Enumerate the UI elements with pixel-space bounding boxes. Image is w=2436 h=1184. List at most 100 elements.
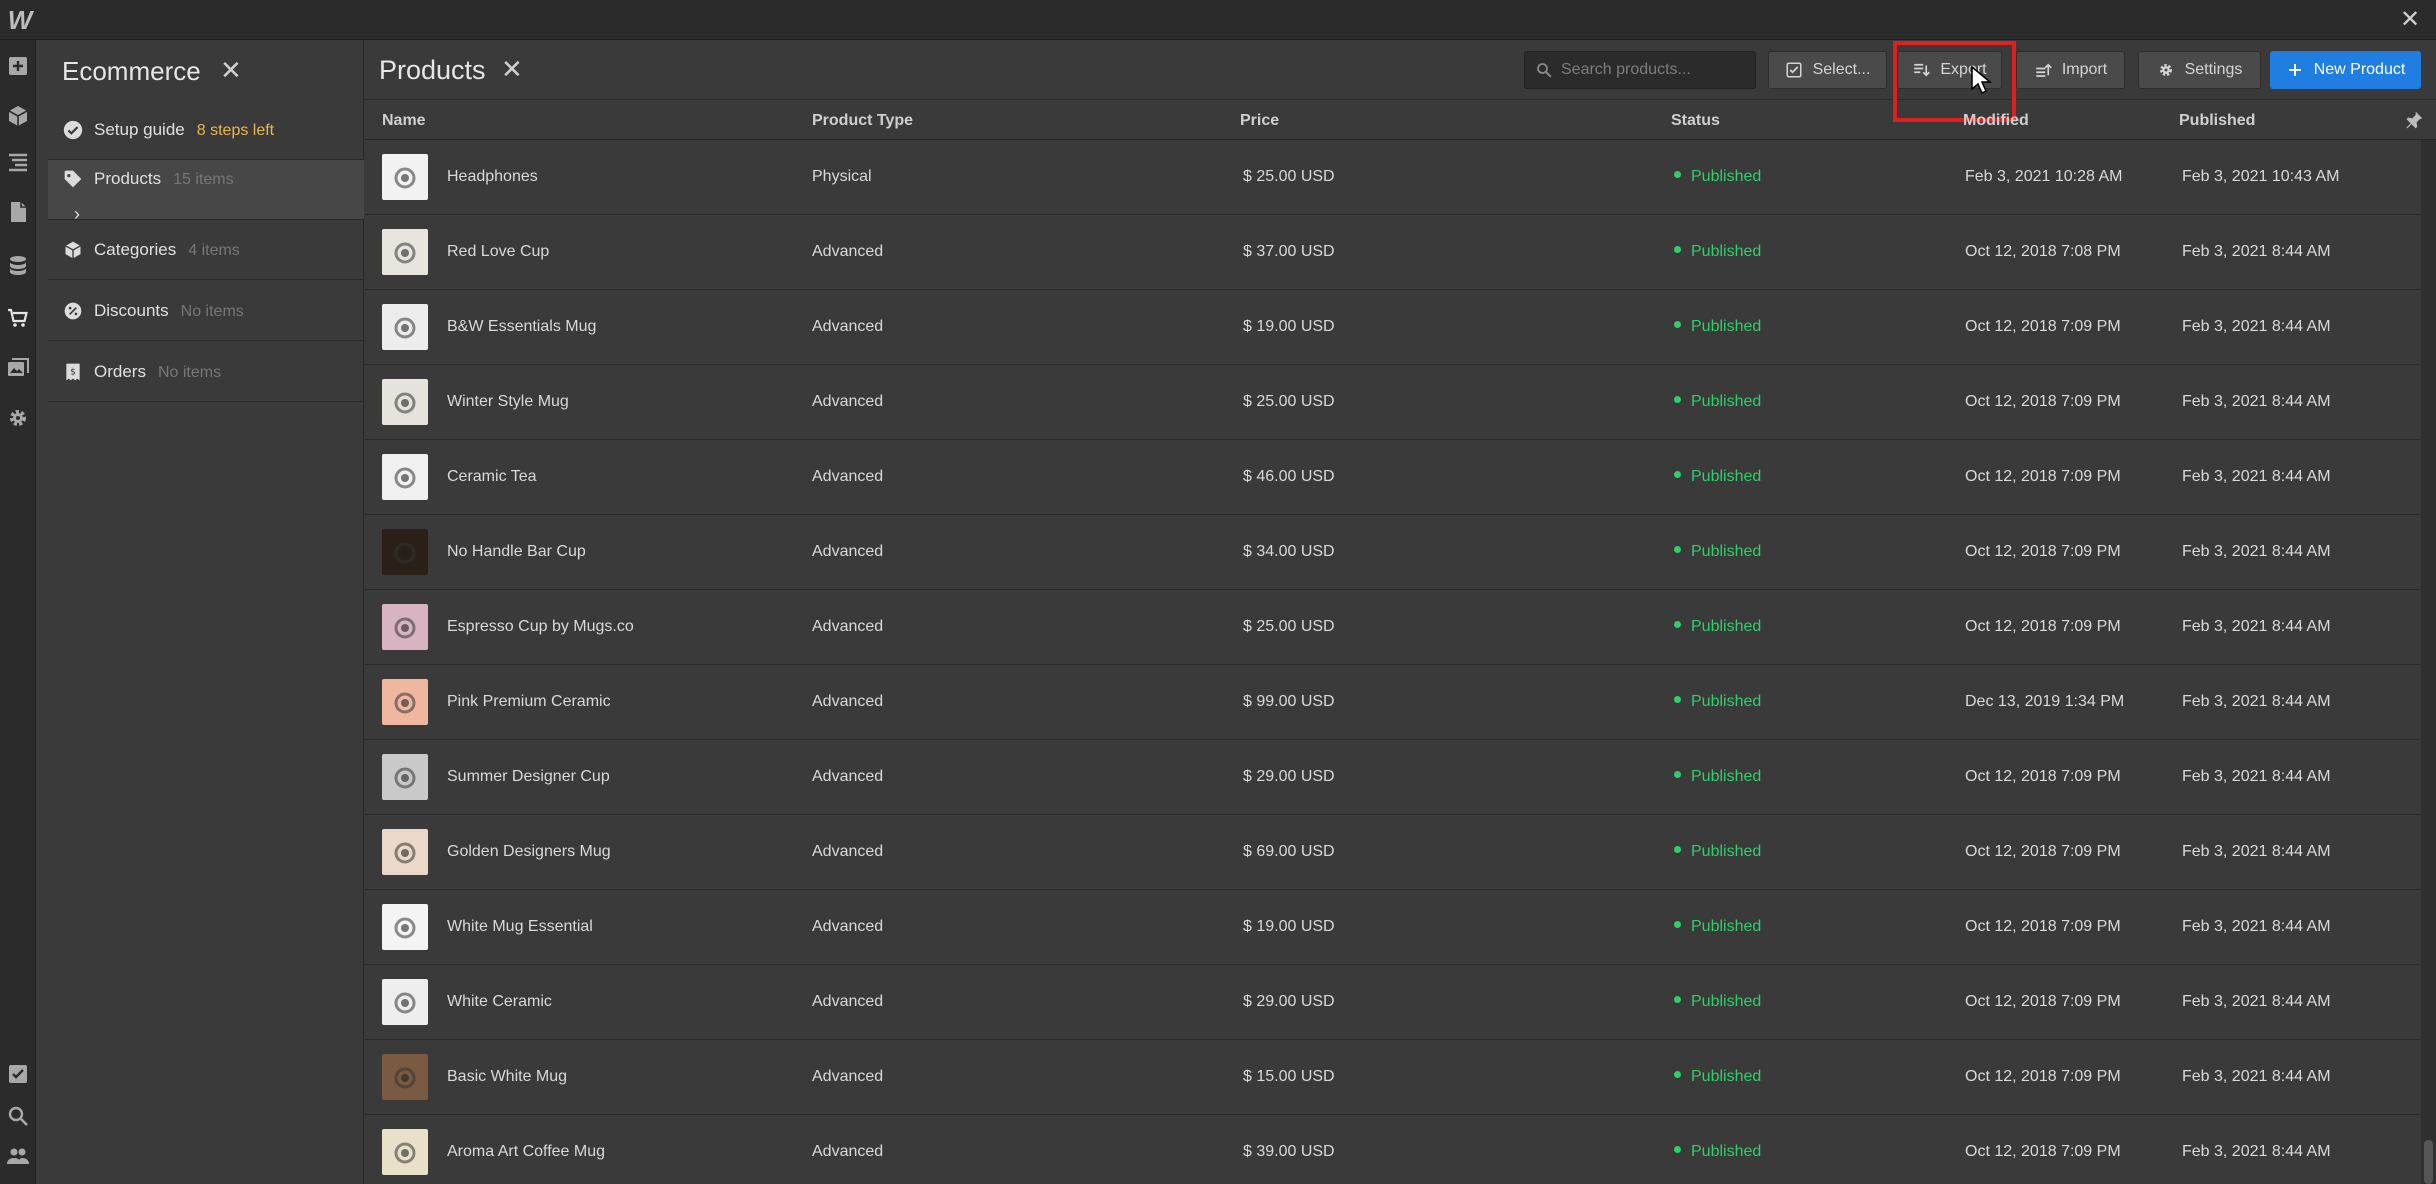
pages-icon[interactable] xyxy=(4,198,32,226)
modified-date: Oct 12, 2018 7:09 PM xyxy=(1965,1068,2121,1085)
modified-date: Oct 12, 2018 7:09 PM xyxy=(1965,393,2121,410)
settings-button[interactable]: Settings xyxy=(2138,51,2261,89)
sidebar-item-orders[interactable]: $ Orders No items xyxy=(48,341,364,402)
published-date: Feb 3, 2021 8:44 AM xyxy=(2182,768,2331,785)
sidebar-item-categories[interactable]: Categories 4 items xyxy=(48,220,364,280)
status-dot-icon xyxy=(1674,396,1681,404)
new-product-button[interactable]: New Product xyxy=(2270,51,2421,89)
product-thumbnail xyxy=(382,979,428,1025)
table-row[interactable]: Aroma Art Coffee Mug Advanced $ 39.00 USD P… xyxy=(365,1115,2421,1184)
product-name: Basic White Mug xyxy=(447,1068,568,1085)
product-type: Advanced xyxy=(812,843,884,860)
status-label: Published xyxy=(1691,993,1762,1010)
table-row[interactable]: No Handle Bar Cup Advanced $ 34.00 USD Publ… xyxy=(365,515,2421,590)
ecommerce-panel: Ecommerce ✕ Setup guide 8 steps left Prod… xyxy=(48,40,364,1184)
status-badge: Published xyxy=(1674,318,1761,336)
cms-icon[interactable] xyxy=(4,252,32,280)
sidebar-item-setup-guide[interactable]: Setup guide 8 steps left xyxy=(48,100,364,160)
status-badge: Published xyxy=(1674,768,1761,786)
product-price: $ 25.00 USD xyxy=(1243,393,1335,410)
scrollbar[interactable] xyxy=(2421,140,2436,1184)
modified-date: Oct 12, 2018 7:08 PM xyxy=(1965,243,2121,260)
top-bar: W ✕ xyxy=(0,0,2436,40)
settings-icon[interactable] xyxy=(4,404,32,432)
search-input[interactable] xyxy=(1561,61,1751,79)
search-icon[interactable] xyxy=(4,1102,32,1130)
modified-date: Oct 12, 2018 7:09 PM xyxy=(1965,993,2121,1010)
sidebar-item-discounts[interactable]: Discounts No items xyxy=(48,280,364,341)
column-header-product-type[interactable]: Product Type xyxy=(812,112,913,130)
published-date: Feb 3, 2021 8:44 AM xyxy=(2182,243,2331,260)
sidebar-item-label: Categories xyxy=(94,240,177,259)
status-dot-icon xyxy=(1674,621,1681,629)
tasks-icon[interactable] xyxy=(4,1060,32,1088)
check-circle-icon xyxy=(62,119,84,141)
status-badge: Published xyxy=(1674,468,1761,486)
product-name: Summer Designer Cup xyxy=(447,768,610,785)
status-badge: Published xyxy=(1674,1068,1761,1086)
receipt-icon: $ xyxy=(62,361,84,383)
close-products-button[interactable]: ✕ xyxy=(501,54,523,85)
published-date: Feb 3, 2021 10:43 AM xyxy=(2182,168,2340,185)
product-type: Advanced xyxy=(812,768,884,785)
products-count: 15 items xyxy=(173,171,234,188)
product-name: Headphones xyxy=(447,168,538,185)
product-price: $ 25.00 USD xyxy=(1243,168,1335,185)
table-row[interactable]: White Mug Essential Advanced $ 19.00 USD Pu… xyxy=(365,890,2421,965)
navigator-icon[interactable] xyxy=(4,148,32,176)
modified-date: Oct 12, 2018 7:09 PM xyxy=(1965,843,2121,860)
status-dot-icon xyxy=(1674,1071,1681,1079)
ecommerce-cart-icon[interactable] xyxy=(4,304,32,332)
product-price: $ 29.00 USD xyxy=(1243,768,1335,785)
table-row[interactable]: Winter Style Mug Advanced $ 25.00 USD Publi… xyxy=(365,365,2421,440)
product-price: $ 29.00 USD xyxy=(1243,993,1335,1010)
product-name: Golden Designers Mug xyxy=(447,843,611,860)
product-name: Ceramic Tea xyxy=(447,468,537,485)
product-price: $ 25.00 USD xyxy=(1243,618,1335,635)
status-label: Published xyxy=(1691,693,1762,710)
close-panel-button[interactable]: ✕ xyxy=(220,55,242,86)
select-button[interactable]: Select... xyxy=(1768,51,1887,89)
table-row[interactable]: Pink Premium Ceramic Advanced $ 99.00 USD P… xyxy=(365,665,2421,740)
close-window-button[interactable]: ✕ xyxy=(2396,6,2424,34)
product-type: Advanced xyxy=(812,468,884,485)
status-label: Published xyxy=(1691,768,1762,785)
assets-icon[interactable] xyxy=(4,354,32,382)
add-panel-icon[interactable] xyxy=(4,52,32,80)
table-row[interactable]: Basic White Mug Advanced $ 15.00 USD Publis… xyxy=(365,1040,2421,1115)
pin-icon[interactable] xyxy=(2404,110,2424,130)
status-badge: Published xyxy=(1674,1143,1761,1161)
sidebar-item-products[interactable]: Products 15 items › xyxy=(48,160,364,224)
column-header-modified[interactable]: Modified xyxy=(1963,112,2029,130)
import-button[interactable]: Import xyxy=(2016,51,2125,89)
table-row[interactable]: Ceramic Tea Advanced $ 46.00 USD Published O… xyxy=(365,440,2421,515)
table-row[interactable]: White Ceramic Advanced $ 29.00 USD Publishe… xyxy=(365,965,2421,1040)
column-header-published[interactable]: Published xyxy=(2179,112,2255,130)
search-box[interactable] xyxy=(1524,51,1756,89)
scrollbar-thumb[interactable] xyxy=(2424,1140,2433,1184)
setup-steps-left: 8 steps left xyxy=(196,122,275,139)
column-header-status[interactable]: Status xyxy=(1671,112,1720,130)
column-header-name[interactable]: Name xyxy=(382,112,426,130)
sidebar-item-label: Products xyxy=(94,169,162,188)
table-row[interactable]: Summer Designer Cup Advanced $ 29.00 USD Pu… xyxy=(365,740,2421,815)
status-dot-icon xyxy=(1674,996,1681,1004)
orders-count: No items xyxy=(157,364,222,381)
column-header-price[interactable]: Price xyxy=(1240,112,1279,130)
table-row[interactable]: Espresso Cup by Mugs.co Advanced $ 25.00 U… xyxy=(365,590,2421,665)
cube-icon[interactable] xyxy=(4,102,32,130)
product-thumbnail xyxy=(382,379,428,425)
table-row[interactable]: Red Love Cup Advanced $ 37.00 USD Published… xyxy=(365,215,2421,290)
table-row[interactable]: Golden Designers Mug Advanced $ 69.00 USD P… xyxy=(365,815,2421,890)
status-badge: Published xyxy=(1674,618,1761,636)
select-button-label: Select... xyxy=(1812,61,1871,78)
status-dot-icon xyxy=(1674,321,1681,329)
table-row[interactable]: Headphones Physical $ 25.00 USD Published Fe… xyxy=(365,140,2421,215)
product-type: Advanced xyxy=(812,1068,884,1085)
product-price: $ 15.00 USD xyxy=(1243,1068,1335,1085)
table-row[interactable]: B&W Essentials Mug Advanced $ 19.00 USD Pub… xyxy=(365,290,2421,365)
product-name: Winter Style Mug xyxy=(447,393,569,410)
product-type: Advanced xyxy=(812,243,884,260)
product-type: Advanced xyxy=(812,918,884,935)
users-icon[interactable] xyxy=(4,1142,32,1170)
